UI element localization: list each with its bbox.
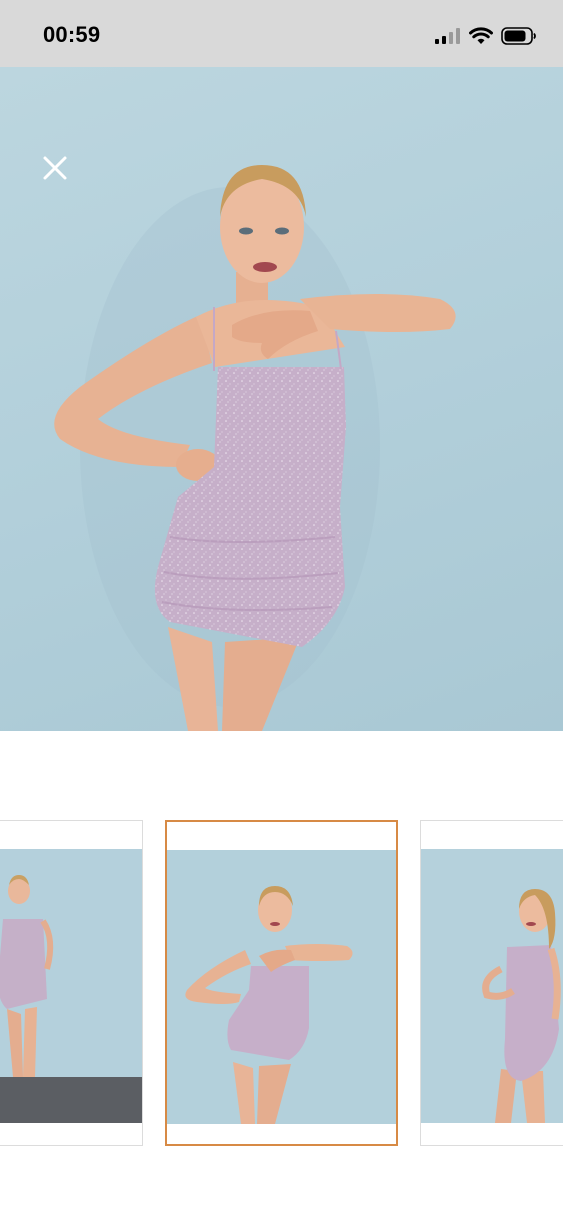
thumbnail-photo (0, 849, 142, 1123)
status-time: 00:59 (43, 22, 101, 47)
main-photo-viewer[interactable] (0, 67, 563, 731)
thumbnail-strip[interactable] (0, 818, 563, 1150)
product-photo (54, 165, 456, 731)
thumbnail-3[interactable] (420, 820, 563, 1146)
thumbnail-photo (167, 850, 396, 1124)
thumbnail-photo (421, 849, 563, 1123)
thumbnail-2[interactable] (165, 820, 398, 1146)
battery-icon (501, 27, 536, 45)
status-icons (435, 25, 537, 47)
close-icon (43, 156, 67, 180)
thumbnail-1[interactable] (0, 820, 143, 1146)
close-button[interactable] (38, 151, 72, 185)
cellular-signal-icon (435, 28, 460, 44)
wifi-icon (469, 27, 493, 44)
status-bar: 00:59 (0, 0, 563, 67)
